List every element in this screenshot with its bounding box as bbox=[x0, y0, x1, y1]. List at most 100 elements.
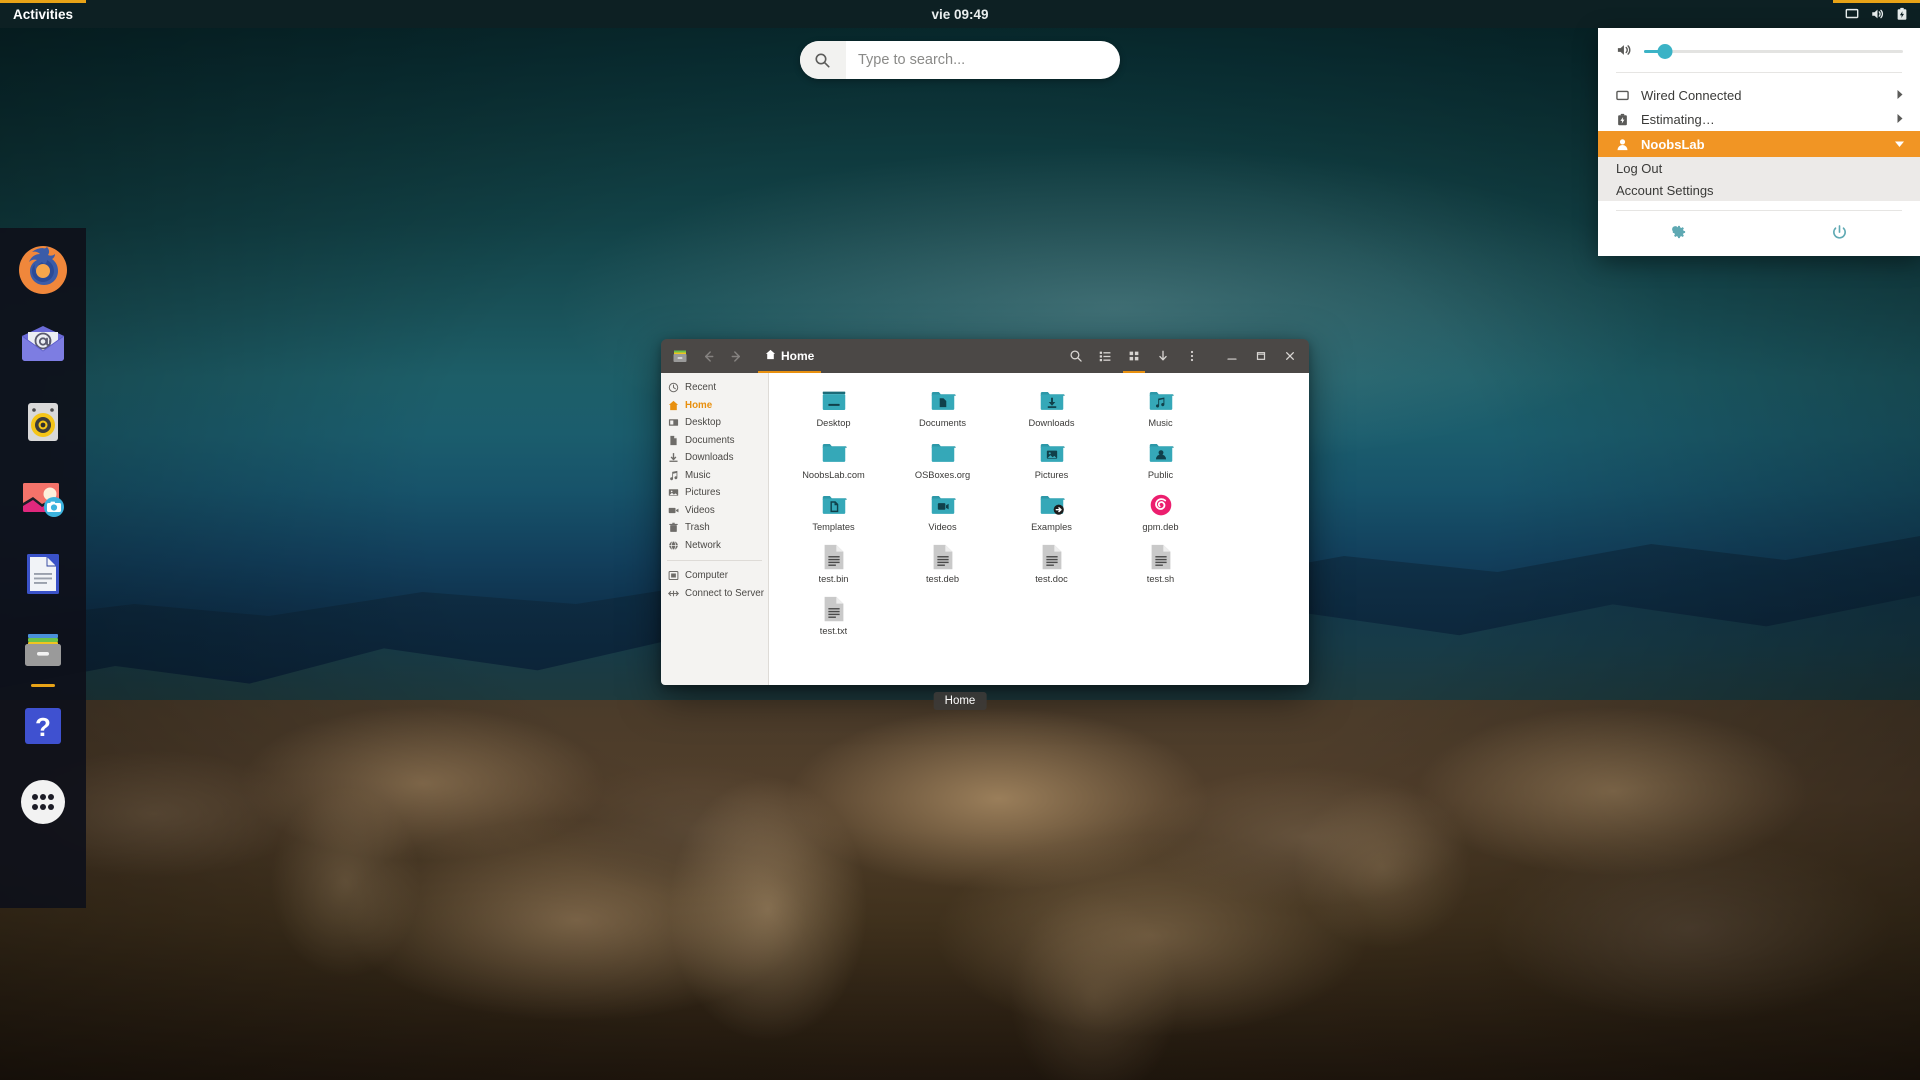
dock-item-files[interactable] bbox=[15, 622, 71, 678]
folder-icon bbox=[928, 437, 958, 469]
text-file-icon bbox=[1039, 541, 1065, 573]
minimize-icon[interactable] bbox=[1218, 342, 1246, 370]
file-label: Videos bbox=[928, 522, 957, 532]
file-item[interactable]: OSBoxes.org bbox=[888, 437, 997, 489]
search-icon bbox=[800, 41, 846, 79]
sidebar-item-videos[interactable]: Videos bbox=[661, 502, 768, 520]
menu-item-wired-connected[interactable]: Wired Connected bbox=[1598, 83, 1920, 107]
folder-videos-icon bbox=[928, 489, 958, 521]
sidebar-divider bbox=[667, 560, 762, 561]
folder-documents-icon bbox=[928, 385, 958, 417]
menu-item-label: NoobsLab bbox=[1641, 136, 1705, 152]
kebab-menu-icon[interactable] bbox=[1178, 342, 1206, 370]
file-item[interactable]: Examples bbox=[997, 489, 1106, 541]
text-file-icon bbox=[930, 541, 956, 573]
arrow-down-icon[interactable] bbox=[1149, 342, 1177, 370]
menu-item-battery-estimating[interactable]: Estimating… bbox=[1598, 107, 1920, 131]
search-input[interactable] bbox=[846, 52, 1120, 68]
folder-downloads-icon bbox=[1037, 385, 1067, 417]
dock-item-firefox[interactable] bbox=[15, 242, 71, 298]
file-label: gpm.deb bbox=[1142, 522, 1179, 532]
list-view-icon[interactable] bbox=[1091, 342, 1119, 370]
search-icon[interactable] bbox=[1062, 342, 1090, 370]
file-item[interactable]: test.txt bbox=[779, 593, 888, 645]
file-item[interactable]: test.sh bbox=[1106, 541, 1215, 593]
menu-item-account-settings[interactable]: Account Settings bbox=[1598, 179, 1920, 201]
user-icon bbox=[1616, 138, 1629, 151]
file-label: Desktop bbox=[816, 418, 851, 428]
dock-item-shotwell[interactable] bbox=[15, 470, 71, 526]
document-icon bbox=[668, 435, 679, 446]
search-bar[interactable] bbox=[800, 41, 1120, 79]
file-item[interactable]: gpm.deb bbox=[1106, 489, 1215, 541]
file-item[interactable]: Videos bbox=[888, 489, 997, 541]
dock-item-libreoffice-writer[interactable] bbox=[15, 546, 71, 602]
settings-button[interactable] bbox=[1598, 224, 1759, 244]
file-label: test.sh bbox=[1146, 574, 1175, 584]
file-item[interactable]: Music bbox=[1106, 385, 1215, 437]
computer-icon bbox=[668, 570, 679, 581]
breadcrumb[interactable]: Home bbox=[758, 342, 822, 373]
file-item[interactable]: test.deb bbox=[888, 541, 997, 593]
chevron-right-icon bbox=[1896, 88, 1905, 103]
file-label: Pictures bbox=[1034, 470, 1069, 480]
grid-view-icon[interactable] bbox=[1120, 342, 1148, 373]
dock-item-rhythmbox[interactable] bbox=[15, 394, 71, 450]
debian-package-icon bbox=[1146, 489, 1176, 521]
desktop-icon bbox=[668, 417, 679, 428]
top-bar: Activities vie 09:49 bbox=[0, 0, 1920, 28]
sidebar-label: Pictures bbox=[685, 487, 721, 499]
text-file-icon bbox=[1148, 541, 1174, 573]
volume-icon[interactable] bbox=[1616, 42, 1633, 61]
sidebar-label: Network bbox=[685, 539, 721, 551]
dock-item-help[interactable]: ? bbox=[15, 698, 71, 754]
sidebar-item-pictures[interactable]: Pictures bbox=[661, 484, 768, 502]
sidebar-item-desktop[interactable]: Desktop bbox=[661, 414, 768, 432]
sidebar-item-connect-to-server[interactable]: Connect to Server bbox=[661, 585, 768, 603]
file-label: OSBoxes.org bbox=[914, 470, 971, 480]
file-item[interactable]: Templates bbox=[779, 489, 888, 541]
file-item[interactable]: test.doc bbox=[997, 541, 1106, 593]
file-item[interactable]: Pictures bbox=[997, 437, 1106, 489]
clock[interactable]: vie 09:49 bbox=[0, 7, 1920, 22]
sidebar-item-computer[interactable]: Computer bbox=[661, 567, 768, 585]
volume-row bbox=[1598, 33, 1920, 72]
file-item[interactable]: Desktop bbox=[779, 385, 888, 437]
status-area-button[interactable] bbox=[1833, 0, 1920, 28]
sidebar-item-trash[interactable]: Trash bbox=[661, 519, 768, 537]
file-item[interactable]: test.bin bbox=[779, 541, 888, 593]
slider-handle[interactable] bbox=[1657, 44, 1673, 59]
app-menu-icon[interactable] bbox=[666, 342, 694, 370]
text-file-icon bbox=[821, 593, 847, 625]
sidebar-item-network[interactable]: Network bbox=[661, 537, 768, 555]
svg-text:?: ? bbox=[35, 712, 51, 742]
menu-item-log-out[interactable]: Log Out bbox=[1598, 157, 1920, 179]
sidebar-item-music[interactable]: Music bbox=[661, 467, 768, 485]
file-item[interactable]: NoobsLab.com bbox=[779, 437, 888, 489]
back-button[interactable] bbox=[694, 342, 722, 370]
power-button[interactable] bbox=[1759, 224, 1920, 244]
maximize-icon[interactable] bbox=[1247, 342, 1275, 370]
sidebar-item-home[interactable]: Home bbox=[661, 397, 768, 415]
sidebar-item-downloads[interactable]: Downloads bbox=[661, 449, 768, 467]
file-item[interactable]: Documents bbox=[888, 385, 997, 437]
file-label: test.deb bbox=[925, 574, 960, 584]
dock-item-show-applications[interactable] bbox=[15, 774, 71, 830]
file-item[interactable]: Downloads bbox=[997, 385, 1106, 437]
sidebar-item-recent[interactable]: Recent bbox=[661, 379, 768, 397]
menu-item-user-noobslab[interactable]: NoobsLab bbox=[1598, 131, 1920, 157]
system-menu: Wired Connected Estimating… NoobsLab Log… bbox=[1598, 28, 1920, 256]
volume-icon bbox=[1870, 7, 1885, 21]
download-icon bbox=[668, 452, 679, 463]
forward-button[interactable] bbox=[722, 342, 750, 370]
dock-item-thunderbird[interactable] bbox=[15, 318, 71, 374]
file-label: Public bbox=[1147, 470, 1174, 480]
activities-button[interactable]: Activities bbox=[0, 0, 87, 28]
volume-slider[interactable] bbox=[1644, 44, 1903, 59]
sidebar-label: Desktop bbox=[685, 417, 721, 429]
close-icon[interactable] bbox=[1276, 342, 1304, 370]
file-item[interactable]: Public bbox=[1106, 437, 1215, 489]
sidebar-label: Trash bbox=[685, 522, 710, 534]
sidebar-item-documents[interactable]: Documents bbox=[661, 432, 768, 450]
gear-icon bbox=[1670, 224, 1687, 244]
